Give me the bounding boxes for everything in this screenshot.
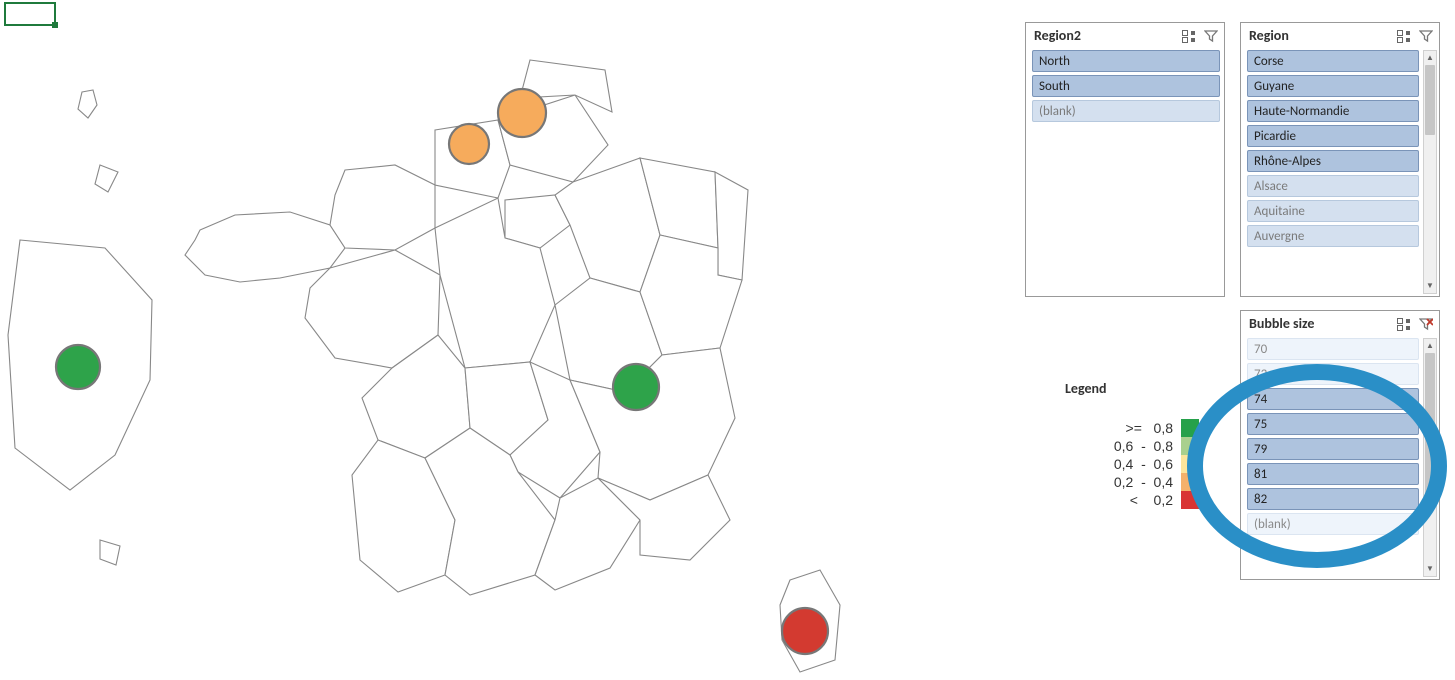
multi-select-icon[interactable] [1180,28,1196,44]
scroll-thumb[interactable] [1425,353,1435,503]
map-bubble[interactable] [498,89,546,137]
slicer-item[interactable]: 73 [1247,363,1419,385]
slicer-header: Region [1241,23,1439,48]
multi-select-icon[interactable] [1395,316,1411,332]
slicer-item[interactable]: Auvergne [1247,225,1419,247]
scroll-up-icon[interactable]: ▲ [1424,339,1436,353]
slicer-item[interactable]: (blank) [1032,100,1220,122]
scroll-down-icon[interactable]: ▼ [1424,562,1436,576]
clear-filter-icon[interactable] [1419,317,1433,331]
map-region-alsace [715,172,748,280]
legend: Legend >= 0,8 0,6 - 0,8 0,4 - 0,6 0,2 - 0,4… [1035,380,1205,509]
slicer-bubble-size[interactable]: Bubble size 70 73 74 75 79 81 82 (blank) ▲ ▼ [1240,310,1440,580]
legend-label: 0,4 - 0,6 [1035,456,1173,472]
slicer-item[interactable]: 70 [1247,338,1419,360]
legend-row: < 0,2 [1035,491,1205,509]
map-bubble[interactable] [613,364,659,410]
slicer-title: Bubble size [1249,315,1314,332]
slicer-item[interactable]: Aquitaine [1247,200,1419,222]
map-bubble[interactable] [782,608,828,654]
slicer-item[interactable]: 79 [1247,438,1419,460]
legend-swatch [1181,437,1199,455]
scrollbar[interactable]: ▲ ▼ [1423,338,1437,577]
slicer-item[interactable]: Picardie [1247,125,1419,147]
slicer-item[interactable]: Corse [1247,50,1419,72]
legend-label: 0,2 - 0,4 [1035,474,1173,490]
legend-swatch [1181,473,1199,491]
legend-swatch [1181,491,1199,509]
slicer-title: Region [1249,27,1289,44]
legend-label: 0,6 - 0,8 [1035,438,1173,454]
slicer-item[interactable]: Haute-Normandie [1247,100,1419,122]
legend-swatch [1181,419,1199,437]
slicer-item[interactable]: North [1032,50,1220,72]
map-region-island [95,165,118,192]
legend-title: Legend [1035,380,1205,397]
legend-row: 0,4 - 0,6 [1035,455,1205,473]
scroll-down-icon[interactable]: ▼ [1424,279,1436,293]
slicer-item[interactable]: Rhône-Alpes [1247,150,1419,172]
legend-row: >= 0,8 [1035,419,1205,437]
clear-filter-icon[interactable] [1204,29,1218,43]
slicer-region[interactable]: Region Corse Guyane Haute-Normandie Picardi… [1240,22,1440,297]
map-region-bretagne [185,212,345,282]
scroll-thumb[interactable] [1425,65,1435,135]
legend-label: >= 0,8 [1035,420,1173,436]
slicer-item[interactable]: Guyane [1247,75,1419,97]
multi-select-icon[interactable] [1395,28,1411,44]
slicer-region2[interactable]: Region2 North South (blank) [1025,22,1225,297]
map-chart [0,0,1020,680]
map-bubble[interactable] [449,124,489,164]
map-region-island [100,540,120,565]
slicer-item[interactable]: South [1032,75,1220,97]
slicer-item[interactable]: 74 [1247,388,1419,410]
map-bubble[interactable] [56,345,100,389]
slicer-item[interactable]: 82 [1247,488,1419,510]
legend-swatch [1181,455,1199,473]
legend-row: 0,6 - 0,8 [1035,437,1205,455]
slicer-header: Region2 [1026,23,1224,48]
slicer-item[interactable]: 75 [1247,413,1419,435]
map-region-basse-normandie [330,165,435,250]
scrollbar[interactable]: ▲ ▼ [1423,50,1437,294]
scroll-up-icon[interactable]: ▲ [1424,51,1436,65]
legend-row: 0,2 - 0,4 [1035,473,1205,491]
slicer-item[interactable]: Alsace [1247,175,1419,197]
slicer-header: Bubble size [1241,311,1439,336]
slicer-title: Region2 [1034,27,1081,44]
clear-filter-icon[interactable] [1419,29,1433,43]
slicer-item[interactable]: 81 [1247,463,1419,485]
map-region-island [78,90,97,118]
slicer-item[interactable]: (blank) [1247,513,1419,535]
legend-label: < 0,2 [1035,492,1173,508]
